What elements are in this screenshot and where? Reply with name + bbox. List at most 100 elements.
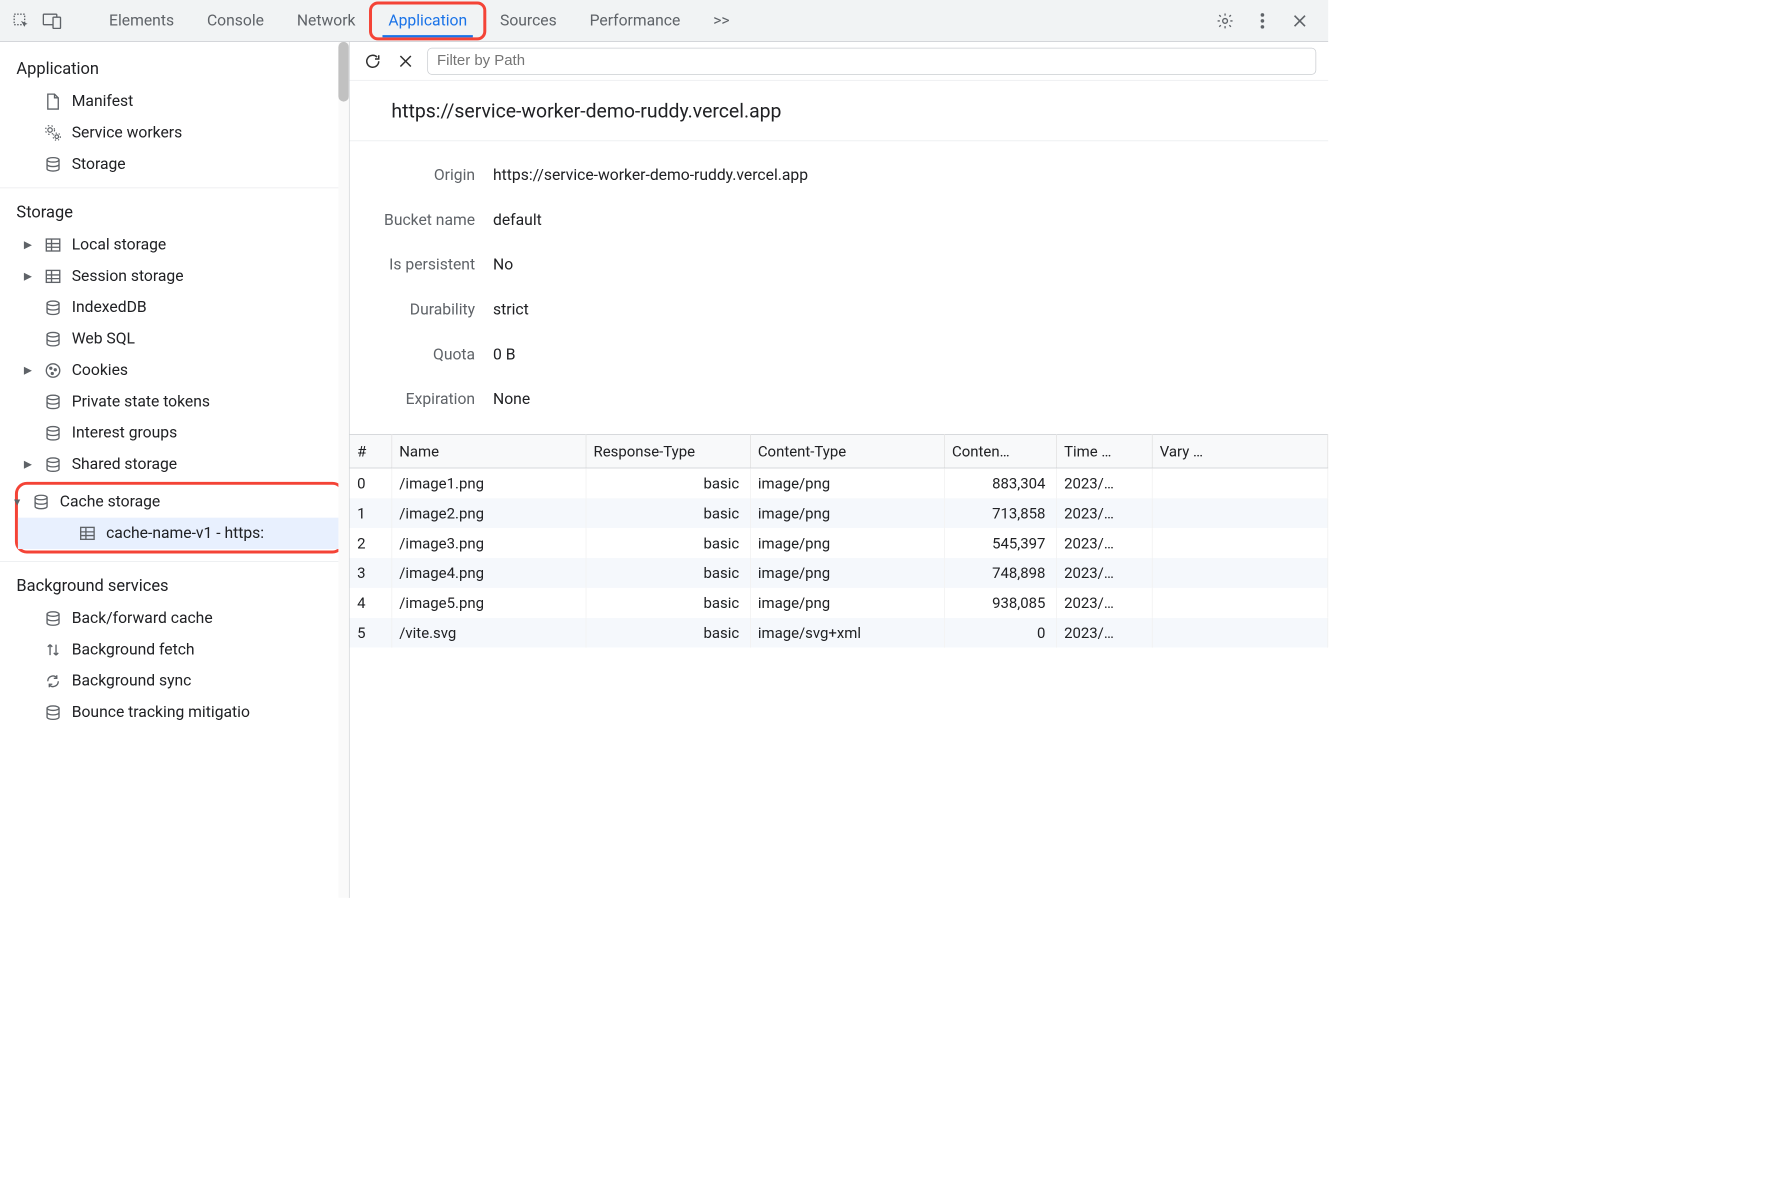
sidebar-item-websql[interactable]: Web SQL (0, 323, 349, 354)
database-icon (43, 703, 62, 722)
cell-content-type: image/png (750, 528, 944, 558)
info-label: Bucket name (350, 211, 493, 229)
cookie-icon (43, 361, 62, 380)
scrollbar[interactable] (338, 42, 348, 898)
sidebar-item-storage-app[interactable]: Storage (0, 149, 349, 180)
settings-icon[interactable] (1212, 7, 1239, 34)
cell-vary (1152, 498, 1328, 528)
col-name[interactable]: Name (391, 434, 585, 468)
collapse-icon[interactable]: ▼ (12, 496, 22, 509)
kebab-menu-icon[interactable] (1249, 7, 1276, 34)
sidebar-item-background-fetch[interactable]: Background fetch (0, 634, 349, 665)
sidebar-item-local-storage[interactable]: ▶ Local storage (0, 229, 349, 260)
expand-icon[interactable]: ▶ (24, 239, 34, 251)
info-row-quota: Quota 0 B (350, 332, 1329, 377)
tab-sources[interactable]: Sources (484, 0, 574, 41)
sidebar-item-session-storage[interactable]: ▶ Session storage (0, 261, 349, 292)
table-row[interactable]: 2/image3.pngbasicimage/png545,3972023/… (350, 528, 1328, 558)
tab-network[interactable]: Network (280, 0, 372, 41)
tab-elements[interactable]: Elements (93, 0, 191, 41)
info-label: Durability (350, 301, 493, 319)
col-vary[interactable]: Vary … (1152, 434, 1328, 468)
device-toolbar-icon[interactable] (39, 7, 66, 34)
info-label: Expiration (350, 391, 493, 409)
info-value: strict (493, 301, 529, 319)
sync-icon (43, 672, 62, 691)
info-row-bucket: Bucket name default (350, 198, 1329, 243)
filter-input[interactable] (427, 47, 1316, 74)
table-row[interactable]: 0/image1.pngbasicimage/png883,3042023/… (350, 468, 1328, 498)
application-sidebar: Application Manifest Service workers Sto… (0, 42, 350, 898)
sidebar-item-bounce-tracking[interactable]: Bounce tracking mitigatio (0, 697, 349, 728)
cell-vary (1152, 528, 1328, 558)
cell-index: 4 (350, 588, 392, 618)
sidebar-item-label: cache-name-v1 - https: (106, 524, 264, 542)
cell-index: 5 (350, 618, 392, 648)
info-label: Quota (350, 346, 493, 364)
sidebar-item-manifest[interactable]: Manifest (0, 86, 349, 117)
sidebar-item-shared-storage[interactable]: ▶ Shared storage (0, 449, 349, 480)
table-row[interactable]: 4/image5.pngbasicimage/png938,0852023/… (350, 588, 1328, 618)
section-storage: Storage (0, 191, 349, 229)
table-row[interactable]: 1/image2.pngbasicimage/png713,8582023/… (350, 498, 1328, 528)
tab-more[interactable]: >> (697, 0, 746, 41)
sidebar-item-label: Shared storage (72, 456, 177, 474)
info-label: Is persistent (350, 256, 493, 274)
col-content-length[interactable]: Conten… (944, 434, 1056, 468)
sidebar-item-cache-name-v1[interactable]: cache-name-v1 - https: (18, 518, 341, 549)
cell-vary (1152, 618, 1328, 648)
clear-icon[interactable] (394, 50, 416, 72)
sidebar-item-indexeddb[interactable]: IndexedDB (0, 292, 349, 323)
sidebar-item-interest-groups[interactable]: Interest groups (0, 418, 349, 449)
table-row[interactable]: 3/image4.pngbasicimage/png748,8982023/… (350, 558, 1328, 588)
close-icon[interactable] (1286, 7, 1313, 34)
sidebar-item-cookies[interactable]: ▶ Cookies (0, 355, 349, 386)
info-value: 0 B (493, 346, 515, 364)
sidebar-item-private-state-tokens[interactable]: Private state tokens (0, 386, 349, 417)
database-icon (43, 155, 62, 174)
tab-performance[interactable]: Performance (573, 0, 697, 41)
info-value: None (493, 391, 530, 409)
top-right-controls (1212, 7, 1321, 34)
database-icon (43, 609, 62, 628)
info-label: Origin (350, 167, 493, 185)
tab-application[interactable]: Application (369, 1, 487, 40)
cell-response-type: basic (586, 468, 750, 498)
sidebar-item-label: Cache storage (60, 493, 160, 511)
expand-icon[interactable]: ▶ (24, 459, 34, 471)
sidebar-item-label: Session storage (72, 267, 184, 285)
content-pane: https://service-worker-demo-ruddy.vercel… (350, 42, 1329, 898)
sidebar-item-label: IndexedDB (72, 299, 147, 317)
col-time-cached[interactable]: Time … (1056, 434, 1152, 468)
sidebar-item-label: Bounce tracking mitigatio (72, 704, 250, 722)
sidebar-item-service-workers[interactable]: Service workers (0, 117, 349, 148)
cell-content-type: image/svg+xml (750, 618, 944, 648)
cell-response-type: basic (586, 588, 750, 618)
database-icon (43, 298, 62, 317)
sidebar-item-background-sync[interactable]: Background sync (0, 666, 349, 697)
cell-index: 1 (350, 498, 392, 528)
col-content-type[interactable]: Content-Type (750, 434, 944, 468)
col-index[interactable]: # (350, 434, 392, 468)
info-row-durability: Durability strict (350, 288, 1329, 333)
sidebar-item-cache-storage[interactable]: ▼ Cache storage (3, 486, 341, 517)
cell-content-type: image/png (750, 558, 944, 588)
cell-name: /vite.svg (391, 618, 585, 648)
sidebar-item-label: Background fetch (72, 641, 195, 659)
cell-name: /image5.png (391, 588, 585, 618)
inspect-element-icon[interactable] (7, 7, 34, 34)
section-application: Application (0, 48, 349, 86)
gears-icon (43, 123, 62, 142)
refresh-icon[interactable] (362, 50, 384, 72)
info-row-expiration: Expiration None (350, 377, 1329, 422)
sidebar-item-bf-cache[interactable]: Back/forward cache (0, 603, 349, 634)
tab-console[interactable]: Console (191, 0, 281, 41)
table-icon (43, 235, 62, 254)
cell-response-type: basic (586, 528, 750, 558)
table-row[interactable]: 5/vite.svgbasicimage/svg+xml02023/… (350, 618, 1328, 648)
cell-vary (1152, 468, 1328, 498)
expand-icon[interactable]: ▶ (24, 270, 34, 282)
info-row-persistent: Is persistent No (350, 243, 1329, 288)
col-response-type[interactable]: Response-Type (586, 434, 750, 468)
expand-icon[interactable]: ▶ (24, 365, 34, 377)
